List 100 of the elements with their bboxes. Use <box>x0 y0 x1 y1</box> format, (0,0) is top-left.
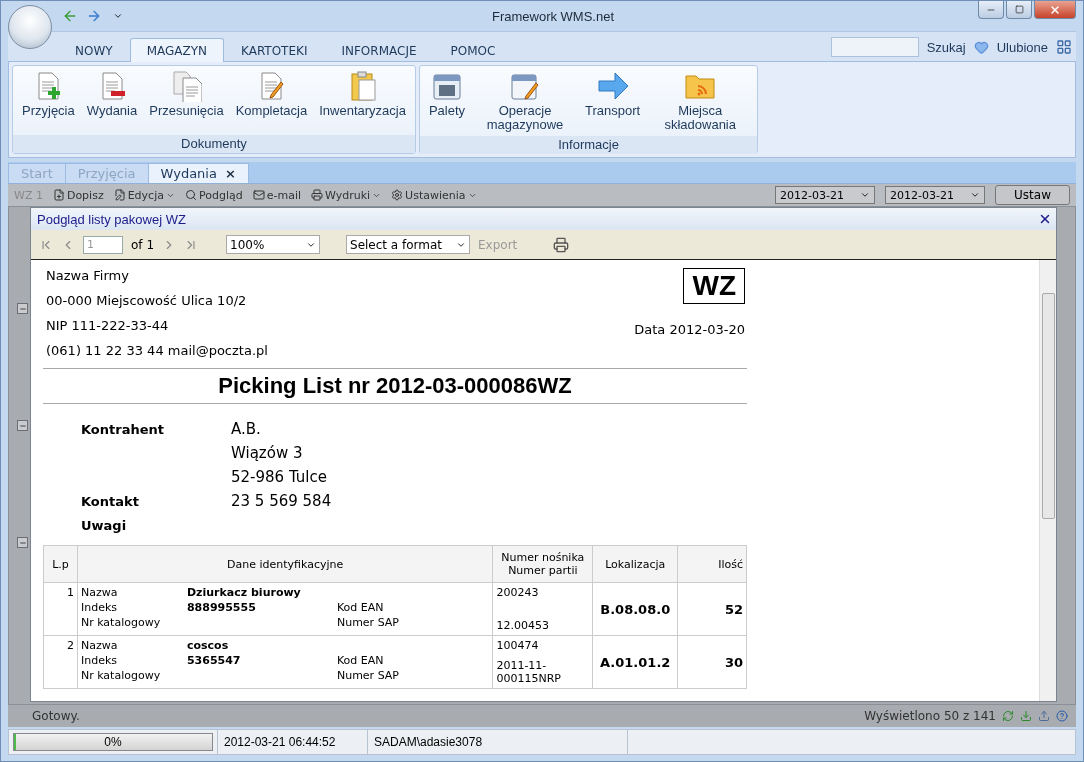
table-cell-text: Dziurkacz biurowy <box>186 586 302 599</box>
document-label: WZ 1 <box>14 188 43 202</box>
column-header: Lokalizacja <box>592 545 678 583</box>
ribbon-button[interactable]: Przyjęcia <box>16 68 81 120</box>
group-title: Informacje <box>419 136 758 154</box>
toolbar-button[interactable]: Wydruki <box>311 188 382 202</box>
table-cell-text: Nr katalogowy <box>80 616 162 629</box>
toolbar-icon <box>113 189 126 201</box>
back-icon <box>62 8 78 24</box>
company-line: 00-000 Miejscowość Ulica 10/2 <box>46 293 248 308</box>
search-field[interactable] <box>830 37 919 57</box>
close-button[interactable] <box>1038 212 1052 226</box>
table-cell-text: Nazwa <box>80 639 119 652</box>
table-cell: 30 <box>677 635 747 689</box>
record-count: Wyświetlono 50 z 141 <box>864 709 996 723</box>
toolbar-button[interactable]: Dopisz <box>52 188 104 202</box>
format-select[interactable]: Select a format <box>346 235 470 254</box>
toolbar-button[interactable]: Edycja <box>113 188 175 202</box>
toolbar-button[interactable]: Ustawienia <box>391 188 477 202</box>
ribbon-button[interactable]: Operacje magazynowe <box>471 68 580 134</box>
toolbar-icon <box>252 189 265 201</box>
ribbon-button[interactable]: Miejsca składowania <box>646 68 755 134</box>
field-label: Uwagi <box>81 517 128 533</box>
table-cell: B.08.08.0 <box>592 582 678 636</box>
table-cell-text: 5365547 <box>186 654 242 667</box>
company-line: Nazwa Firmy <box>46 268 130 283</box>
ribbon-tab[interactable]: POMOC <box>433 38 513 62</box>
field-value: A.B. <box>231 420 262 438</box>
table-cell-text: 100474 <box>496 639 540 652</box>
progress-label: 0% <box>104 735 122 749</box>
date-to-picker[interactable]: 2012-03-21 <box>885 186 986 204</box>
upload-icon <box>1038 710 1050 722</box>
close-icon <box>1038 212 1052 226</box>
arrow-right-icon <box>596 70 629 102</box>
document-type: WZ <box>683 268 745 304</box>
company-line: (061) 11 22 33 44 mail@poczta.pl <box>46 343 268 358</box>
table-cell-text: 888995555 <box>186 601 257 614</box>
document-tab[interactable]: Wydania × <box>147 163 249 183</box>
collapse-button[interactable] <box>17 537 28 548</box>
favorites-button[interactable]: Ulubione <box>996 39 1048 55</box>
date-from-picker[interactable]: 2012-03-21 <box>775 186 876 204</box>
column-header: Ilość <box>677 545 747 583</box>
column-header: Dane identyfikacyjne <box>77 545 493 583</box>
group-title: Dokumenty <box>13 135 415 153</box>
ribbon-button[interactable]: Palety <box>422 68 472 120</box>
tab-close-button[interactable]: × <box>224 166 236 181</box>
ribbon-button[interactable]: Wydania <box>80 68 144 120</box>
maximize-button[interactable] <box>1006 1 1032 19</box>
help-button[interactable] <box>1056 710 1068 722</box>
table-cell-text: Kod EAN <box>336 601 385 614</box>
caret-icon <box>113 11 123 21</box>
column-header: Numer nośnika Numer partii <box>492 545 593 583</box>
field-value: 23 5 569 584 <box>231 492 333 510</box>
print-button[interactable] <box>553 236 570 253</box>
help-icon <box>1056 710 1068 722</box>
window-icon[interactable] <box>1056 39 1072 55</box>
printer-icon <box>553 236 570 253</box>
status-text: Gotowy. <box>32 709 80 723</box>
field-label: Kontakt <box>81 493 140 510</box>
ribbon-button[interactable]: Przesunięcia <box>143 68 230 120</box>
ribbon-button[interactable]: Inwentaryzacja <box>313 68 412 120</box>
field-value: Wiązów 3 <box>231 444 304 462</box>
download-button[interactable] <box>1020 710 1032 722</box>
collapse-button[interactable] <box>17 303 28 314</box>
table-cell-text: Numer SAP <box>336 669 400 682</box>
document-date: Data 2012-03-20 <box>634 322 745 337</box>
table-cell: A.01.01.2 <box>592 635 678 689</box>
toolbar-icon <box>184 189 197 201</box>
table-cell-text: coscos <box>186 639 230 652</box>
search-button[interactable]: Szukaj <box>926 39 966 55</box>
ribbon-tab[interactable]: INFORMACJE <box>324 38 434 62</box>
ribbon-tab[interactable]: NOWY <box>58 38 130 62</box>
maximize-icon <box>1014 5 1024 14</box>
ribbon-tab[interactable]: MAGAZYN <box>129 38 224 62</box>
ribbon-button[interactable]: Kompletacja <box>229 68 314 120</box>
toolbar-button[interactable]: e-mail <box>252 188 301 202</box>
table-cell: 2 <box>43 635 78 689</box>
user-name: SADAM\adasie3078 <box>367 730 627 754</box>
collapse-button[interactable] <box>17 420 28 431</box>
table-cell-text: Nazwa <box>80 586 119 599</box>
window-title: Framework WMS.net <box>490 8 616 24</box>
scrollbar[interactable] <box>1039 260 1056 701</box>
refresh-button[interactable] <box>1002 710 1014 722</box>
ribbon-tab[interactable]: KARTOTEKI <box>224 38 325 62</box>
download-icon <box>1020 710 1032 722</box>
caret-icon <box>860 190 871 200</box>
scrollbar-thumb[interactable] <box>1041 293 1055 519</box>
close-icon <box>1049 3 1061 16</box>
apply-button[interactable]: Ustaw <box>995 185 1070 205</box>
minimize-button[interactable] <box>978 1 1004 19</box>
toolbar-button[interactable]: Podgląd <box>184 188 243 202</box>
table-cell-text: 2011-11-000115NRP <box>496 659 562 685</box>
table-cell-text: Kod EAN <box>336 654 385 667</box>
zoom-select[interactable]: 100% <box>226 235 320 254</box>
table-cell-text: Indeks <box>80 654 118 667</box>
table-cell-text: Numer SAP <box>336 616 400 629</box>
field-label: Kontrahent <box>81 421 165 439</box>
application-button[interactable] <box>8 5 52 49</box>
ribbon-button[interactable]: Transport <box>579 68 647 120</box>
upload-button[interactable] <box>1038 710 1050 722</box>
